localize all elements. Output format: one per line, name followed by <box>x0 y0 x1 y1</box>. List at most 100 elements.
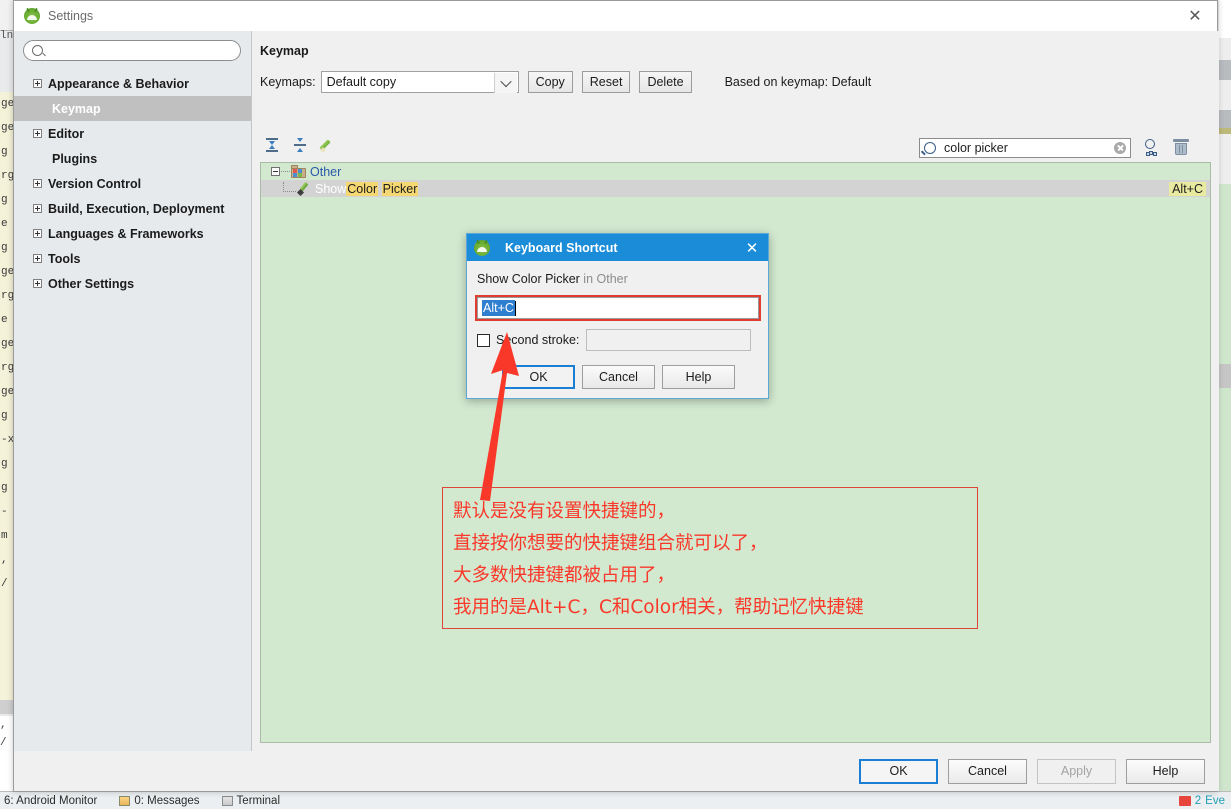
editor-text-fragment: , <box>1 554 8 566</box>
text-caret <box>514 300 516 316</box>
help-button[interactable]: Help <box>1126 758 1205 784</box>
shortcut-input-highlight: Alt+C <box>475 295 761 321</box>
statusbar-event-log[interactable]: 2 Eve <box>1178 795 1231 807</box>
sidebar-item-label: Plugins <box>52 151 98 166</box>
dialog-ok-button[interactable]: OK <box>502 365 575 389</box>
second-stroke-input[interactable] <box>586 329 752 351</box>
expand-plus-icon[interactable] <box>33 204 42 213</box>
expand-plus-icon[interactable] <box>33 179 42 188</box>
dialog-titlebar: Keyboard Shortcut ✕ <box>467 234 768 261</box>
action-name-prefix: Show <box>315 181 347 196</box>
table-row[interactable]: Show Color Picker Alt+C <box>261 180 1210 197</box>
expand-plus-icon[interactable] <box>33 229 42 238</box>
clear-icon[interactable] <box>1114 142 1126 154</box>
annotation-line: 直接按你想要的快捷键组合就可以了， <box>453 533 768 554</box>
statusbar-item-android-monitor[interactable]: 6: Android Monitor <box>4 795 97 807</box>
action-search-box[interactable] <box>919 138 1131 158</box>
sidebar-search-box[interactable] <box>23 40 241 61</box>
sidebar-item-version-control[interactable]: Version Control <box>14 171 251 196</box>
chevron-down-icon[interactable] <box>493 73 517 93</box>
editor-text-fragment: g <box>1 458 8 470</box>
reset-button[interactable]: Reset <box>581 71 631 93</box>
shortcut-input-value: Alt+C <box>482 300 515 316</box>
keymap-select-value: Default copy <box>326 75 397 89</box>
tree-connector <box>283 181 296 192</box>
sidebar-item-editor[interactable]: Editor <box>14 121 251 146</box>
dialog-subtitle-context: in Other <box>579 272 628 286</box>
sidebar-item-label: Build, Execution, Deployment <box>48 201 225 216</box>
second-stroke-row: Second stroke: <box>477 329 752 351</box>
ide-editor-marker-strip[interactable] <box>1219 0 1231 791</box>
action-name-match-1: Color <box>346 181 379 196</box>
trash-icon[interactable] <box>1173 138 1189 156</box>
collapse-all-icon[interactable] <box>292 137 308 153</box>
dialog-cancel-button[interactable]: Cancel <box>582 365 655 389</box>
expand-plus-icon[interactable] <box>33 79 42 88</box>
annotation-line: 默认是没有设置快捷键的， <box>453 501 676 522</box>
tree-group-row-other[interactable]: Other <box>261 163 1210 180</box>
expand-all-icon[interactable] <box>264 137 280 153</box>
expand-plus-icon[interactable] <box>33 279 42 288</box>
search-input[interactable] <box>49 42 232 59</box>
color-picker-icon <box>296 181 312 197</box>
close-icon[interactable]: ✕ <box>736 234 768 261</box>
sidebar-item-other-settings[interactable]: Other Settings <box>14 271 251 296</box>
editor-text-fragment: g <box>1 242 8 254</box>
keymap-tree-toolbar <box>264 137 336 153</box>
filter-by-shortcut-icon[interactable] <box>1144 139 1161 156</box>
keyboard-shortcut-dialog: Keyboard Shortcut ✕ Show Color Picker in… <box>466 233 769 399</box>
tree-connector <box>281 171 290 172</box>
editor-text-fragment: g <box>1 146 8 158</box>
sidebar-item-build-execution-deployment[interactable]: Build, Execution, Deployment <box>14 196 251 221</box>
edit-pencil-icon[interactable] <box>320 137 336 153</box>
editor-text-fragment: g <box>1 482 8 494</box>
editor-text-fragment: g <box>1 194 8 206</box>
ok-button[interactable]: OK <box>859 758 938 784</box>
action-search-input[interactable] <box>942 140 1114 156</box>
editor-text-fragment: ge <box>1 266 13 278</box>
delete-button[interactable]: Delete <box>639 71 692 93</box>
android-studio-icon <box>24 8 40 24</box>
editor-text-fragment: g <box>1 410 8 422</box>
sidebar-item-appearance-behavior[interactable]: Appearance & Behavior <box>14 71 251 96</box>
error-badge-icon <box>1178 795 1191 806</box>
collapse-minus-icon[interactable] <box>271 167 280 176</box>
sidebar-item-plugins[interactable]: Plugins <box>14 146 251 171</box>
editor-text-fragment: e <box>1 314 8 326</box>
shortcut-input[interactable]: Alt+C <box>477 297 759 319</box>
editor-text-fragment: m <box>1 530 8 542</box>
ide-editor-fragment-strip: ge ge g rg g e g ge rg e ge rg ge g -x g g - m, / <box>0 92 13 702</box>
folder-icon <box>291 165 306 178</box>
statusbar-messages-label: 0: Messages <box>134 794 200 807</box>
statusbar-item-messages[interactable]: 0: Messages <box>119 794 200 807</box>
editor-text-fragment: ge <box>1 122 13 134</box>
dialog-title: Keyboard Shortcut <box>505 240 618 255</box>
editor-text-fragment: rg <box>1 362 13 374</box>
statusbar-android-monitor-label: 6: Android Monitor <box>4 794 98 807</box>
keymap-select[interactable]: Default copy <box>320 71 519 93</box>
sidebar-item-tools[interactable]: Tools <box>14 246 251 271</box>
ide-horizontal-scrollbar[interactable] <box>0 700 14 714</box>
sidebar-item-label: Languages & Frameworks <box>48 226 204 241</box>
second-stroke-checkbox[interactable] <box>477 333 490 347</box>
editor-text-fragment: / <box>1 578 8 590</box>
statusbar-item-terminal[interactable]: Terminal <box>221 795 280 807</box>
keymap-selector-row: Keymaps: Default copy Copy Reset Delete … <box>260 71 871 93</box>
expand-plus-icon[interactable] <box>33 129 42 138</box>
action-name-match-2: Picker <box>381 181 419 196</box>
sidebar-item-keymap[interactable]: Keymap <box>14 96 251 121</box>
editor-text-fragment: ge <box>1 98 13 110</box>
sidebar-item-languages-frameworks[interactable]: Languages & Frameworks <box>14 221 251 246</box>
dialog-help-button[interactable]: Help <box>662 365 735 389</box>
editor-text-fragment: rg <box>1 290 13 302</box>
settings-titlebar: Settings ✕ <box>14 1 1217 31</box>
messages-icon <box>119 795 131 806</box>
search-actions-icon <box>924 142 936 154</box>
editor-text-fragment: ge <box>1 338 13 350</box>
second-stroke-label: Second stroke: <box>496 333 580 347</box>
copy-button[interactable]: Copy <box>527 71 573 93</box>
sidebar-item-label: Version Control <box>48 176 142 191</box>
cancel-button[interactable]: Cancel <box>948 758 1027 784</box>
expand-plus-icon[interactable] <box>33 254 42 263</box>
close-icon[interactable]: ✕ <box>1173 1 1217 31</box>
